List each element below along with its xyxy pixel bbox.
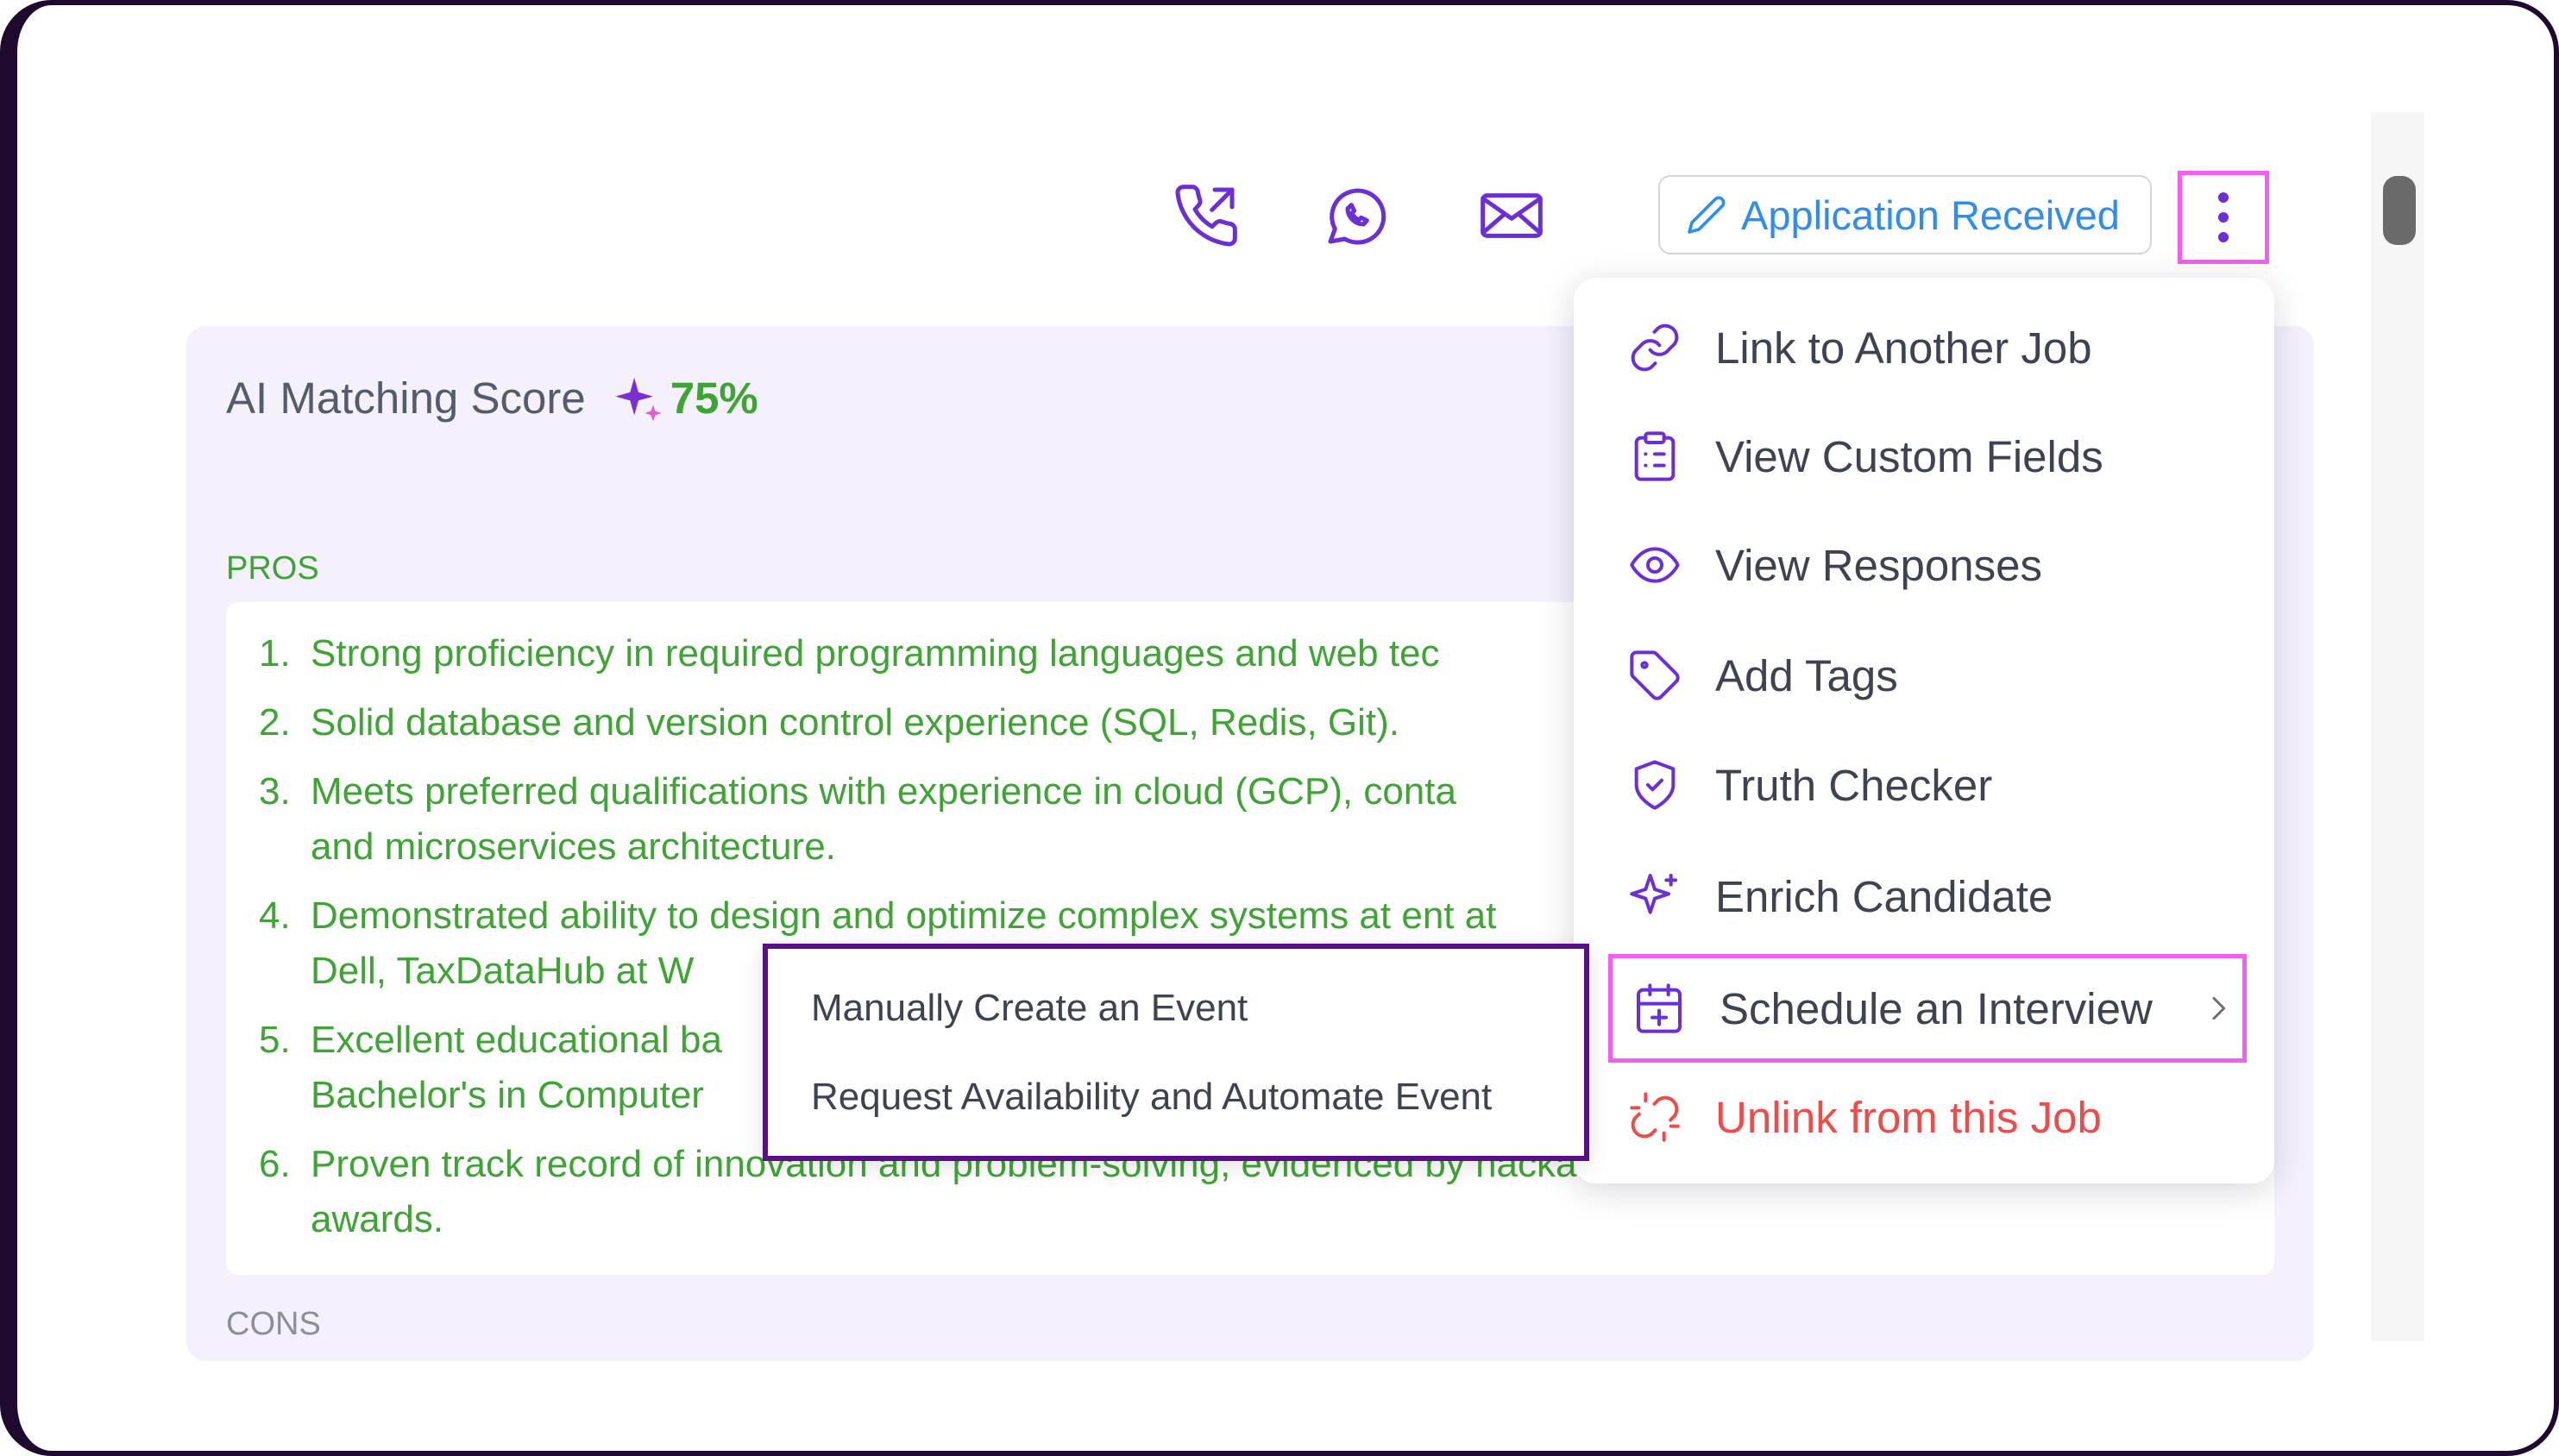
chevron-right-icon: [2212, 996, 2226, 1020]
menu-item-label: Schedule an Interview: [1720, 983, 2153, 1033]
pencil-icon: [1688, 196, 1726, 234]
menu-item-enrich-candidate[interactable]: Enrich Candidate: [1627, 849, 2257, 944]
shield-check-icon: [1634, 760, 1676, 810]
item-text: Meets preferred qualifications with expe…: [311, 770, 1456, 868]
sparkle-icon: [1630, 874, 1677, 914]
menu-item-label: Add Tags: [1715, 650, 1898, 700]
phone-outgoing-icon[interactable]: [1172, 181, 1241, 250]
scrollbar-track[interactable]: [2371, 112, 2424, 1341]
menu-item-add-tags[interactable]: Add Tags: [1627, 628, 2257, 723]
item-number: 1.: [259, 632, 291, 675]
item-number: 3.: [259, 770, 291, 813]
ai-score-label: AI Matching Score: [226, 373, 586, 423]
menu-item-unlink-job[interactable]: Unlink from this Job: [1627, 1070, 2257, 1164]
status-label: Application Received: [1741, 191, 2120, 238]
menu-item-label: View Responses: [1715, 540, 2042, 590]
item-text: Excellent educational ba Bachelor's in C…: [311, 1019, 722, 1116]
status-button[interactable]: Application Received: [1658, 175, 2152, 254]
submenu-item-manual-event[interactable]: Manually Create an Event: [811, 974, 1248, 1043]
menu-item-label: Link to Another Job: [1715, 323, 2092, 373]
unlink-icon: [1630, 1092, 1680, 1142]
whatsapp-icon[interactable]: [1322, 181, 1391, 250]
menu-item-label: Enrich Candidate: [1715, 871, 2053, 921]
menu-item-view-responses[interactable]: View Responses: [1627, 518, 2257, 612]
menu-item-label: View Custom Fields: [1715, 431, 2103, 481]
eye-icon: [1630, 547, 1680, 583]
tag-icon: [1630, 650, 1680, 700]
item-number: 4.: [259, 894, 291, 937]
kebab-dot: [2218, 212, 2229, 223]
item-number: 5.: [259, 1019, 291, 1061]
scrollbar-thumb[interactable]: [2383, 176, 2416, 245]
more-options-button[interactable]: [2178, 171, 2269, 264]
kebab-dot: [2218, 232, 2229, 242]
sparkles-icon: [615, 377, 662, 422]
ai-score-value: 75%: [670, 373, 758, 423]
menu-item-truth-checker[interactable]: Truth Checker: [1627, 737, 2257, 832]
calendar-plus-icon: [1637, 983, 1682, 1033]
ai-score-row: AI Matching Score 75%: [226, 373, 758, 424]
link-icon: [1631, 323, 1679, 372]
kebab-dot: [2218, 192, 2229, 203]
mail-icon[interactable]: [1477, 181, 1546, 250]
cons-heading: CONS: [226, 1306, 321, 1342]
menu-item-label: Truth Checker: [1715, 760, 1993, 810]
menu-item-label: Unlink from this Job: [1715, 1092, 2102, 1142]
clipboard-list-icon: [1634, 431, 1676, 481]
menu-item-custom-fields[interactable]: View Custom Fields: [1627, 409, 2257, 504]
menu-item-schedule-interview[interactable]: Schedule an Interview: [1608, 954, 2247, 1063]
menu-item-link-job[interactable]: Link to Another Job: [1627, 300, 2257, 395]
item-number: 6.: [259, 1143, 291, 1185]
pros-heading: PROS: [226, 550, 319, 587]
submenu-item-request-availability[interactable]: Request Availability and Automate Event: [811, 1063, 1492, 1132]
item-number: 2.: [259, 701, 291, 744]
